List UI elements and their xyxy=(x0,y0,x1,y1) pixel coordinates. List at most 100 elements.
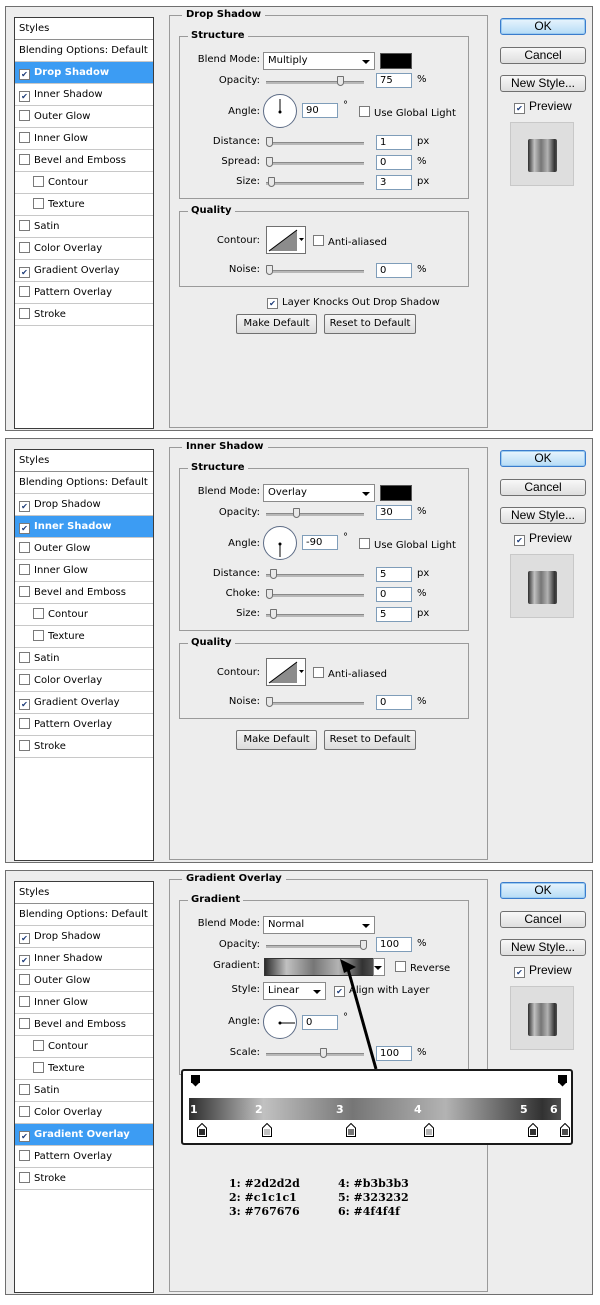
checkbox-checked-icon[interactable]: ✔ xyxy=(267,298,278,309)
ok-button[interactable]: OK xyxy=(500,18,586,35)
blend-mode-select[interactable]: Multiply xyxy=(263,52,375,70)
checkbox-unchecked-icon[interactable] xyxy=(19,1018,30,1029)
styles-item-contour[interactable]: Contour xyxy=(15,1036,153,1058)
styles-item-satin[interactable]: Satin xyxy=(15,1080,153,1102)
color-stop-icon[interactable] xyxy=(560,1123,570,1137)
reset-to-default-button[interactable]: Reset to Default xyxy=(324,314,416,334)
styles-item-blending-options[interactable]: Blending Options: Default xyxy=(15,40,153,62)
checkbox-unchecked-icon[interactable] xyxy=(19,308,30,319)
checkbox-unchecked-icon[interactable] xyxy=(395,961,406,972)
styles-item-outer-glow[interactable]: Outer Glow xyxy=(15,106,153,128)
checkbox-unchecked-icon[interactable] xyxy=(19,652,30,663)
styles-item-blending-options[interactable]: Blending Options: Default xyxy=(15,472,153,494)
choke-slider-thumb[interactable] xyxy=(266,589,273,599)
color-stop-icon[interactable] xyxy=(197,1123,207,1137)
styles-item-stroke[interactable]: Stroke xyxy=(15,304,153,326)
angle-input[interactable]: 0 xyxy=(302,1015,338,1030)
new-style-button[interactable]: New Style... xyxy=(500,507,586,524)
noise-input[interactable]: 0 xyxy=(376,695,412,710)
checkbox-unchecked-icon[interactable] xyxy=(359,106,370,117)
opacity-input[interactable]: 75 xyxy=(376,73,412,88)
styles-item-satin[interactable]: Satin xyxy=(15,648,153,670)
styles-item-bevel-emboss[interactable]: Bevel and Emboss xyxy=(15,582,153,604)
distance-slider[interactable] xyxy=(266,142,364,145)
styles-item-texture[interactable]: Texture xyxy=(15,194,153,216)
checkbox-checked-icon[interactable]: ✔ xyxy=(19,523,30,534)
checkbox-checked-icon[interactable]: ✔ xyxy=(514,103,525,114)
checkbox-checked-icon[interactable]: ✔ xyxy=(19,1131,30,1142)
layer-knocks-out-checkbox[interactable]: ✔ Layer Knocks Out Drop Shadow xyxy=(267,296,440,309)
distance-input[interactable]: 1 xyxy=(376,135,412,150)
size-slider-thumb[interactable] xyxy=(270,609,277,619)
checkbox-unchecked-icon[interactable] xyxy=(19,286,30,297)
styles-item-drop-shadow[interactable]: ✔ Drop Shadow xyxy=(15,494,153,516)
checkbox-checked-icon[interactable]: ✔ xyxy=(514,967,525,978)
shadow-color-swatch[interactable] xyxy=(380,485,412,501)
size-slider[interactable] xyxy=(266,182,364,185)
styles-item-texture[interactable]: Texture xyxy=(15,626,153,648)
checkbox-checked-icon[interactable]: ✔ xyxy=(19,91,30,102)
styles-item-drop-shadow[interactable]: ✔ Drop Shadow xyxy=(15,62,153,84)
styles-item-drop-shadow[interactable]: ✔ Drop Shadow xyxy=(15,926,153,948)
styles-item-inner-glow[interactable]: Inner Glow xyxy=(15,128,153,150)
styles-item-inner-glow[interactable]: Inner Glow xyxy=(15,992,153,1014)
checkbox-unchecked-icon[interactable] xyxy=(33,608,44,619)
size-slider-thumb[interactable] xyxy=(268,177,275,187)
checkbox-unchecked-icon[interactable] xyxy=(19,718,30,729)
anti-aliased-checkbox[interactable]: Anti-aliased xyxy=(313,666,387,681)
styles-item-color-overlay[interactable]: Color Overlay xyxy=(15,1102,153,1124)
checkbox-unchecked-icon[interactable] xyxy=(33,176,44,187)
styles-item-stroke[interactable]: Stroke xyxy=(15,1168,153,1190)
styles-item-inner-glow[interactable]: Inner Glow xyxy=(15,560,153,582)
checkbox-checked-icon[interactable]: ✔ xyxy=(19,69,30,80)
checkbox-unchecked-icon[interactable] xyxy=(19,1106,30,1117)
checkbox-unchecked-icon[interactable] xyxy=(19,1084,30,1095)
angle-dial[interactable] xyxy=(263,526,297,560)
preview-checkbox[interactable]: ✔ Preview xyxy=(514,531,572,546)
styles-item-contour[interactable]: Contour xyxy=(15,172,153,194)
styles-item-texture[interactable]: Texture xyxy=(15,1058,153,1080)
noise-slider[interactable] xyxy=(266,270,364,273)
shadow-color-swatch[interactable] xyxy=(380,53,412,69)
checkbox-unchecked-icon[interactable] xyxy=(359,538,370,549)
opacity-stop-icon[interactable] xyxy=(191,1075,200,1087)
styles-item-inner-shadow[interactable]: ✔ Inner Shadow xyxy=(15,516,153,538)
color-stop-icon[interactable] xyxy=(528,1123,538,1137)
opacity-slider-thumb[interactable] xyxy=(293,508,300,518)
spread-slider-thumb[interactable] xyxy=(266,157,273,167)
styles-item-bevel-emboss[interactable]: Bevel and Emboss xyxy=(15,1014,153,1036)
styles-item-blending-options[interactable]: Blending Options: Default xyxy=(15,904,153,926)
checkbox-unchecked-icon[interactable] xyxy=(19,974,30,985)
checkbox-unchecked-icon[interactable] xyxy=(19,110,30,121)
opacity-slider[interactable] xyxy=(266,81,364,84)
styles-item-pattern-overlay[interactable]: Pattern Overlay xyxy=(15,714,153,736)
opacity-slider-thumb[interactable] xyxy=(360,940,367,950)
checkbox-unchecked-icon[interactable] xyxy=(313,235,324,246)
angle-dial[interactable] xyxy=(263,94,297,128)
checkbox-unchecked-icon[interactable] xyxy=(19,1172,30,1183)
styles-item-gradient-overlay[interactable]: ✔ Gradient Overlay xyxy=(15,1124,153,1146)
styles-item-satin[interactable]: Satin xyxy=(15,216,153,238)
angle-dial[interactable] xyxy=(263,1005,297,1039)
styles-item-stroke[interactable]: Stroke xyxy=(15,736,153,758)
checkbox-unchecked-icon[interactable] xyxy=(19,132,30,143)
noise-input[interactable]: 0 xyxy=(376,263,412,278)
styles-item-inner-shadow[interactable]: ✔ Inner Shadow xyxy=(15,948,153,970)
styles-item-pattern-overlay[interactable]: Pattern Overlay xyxy=(15,1146,153,1168)
cancel-button[interactable]: Cancel xyxy=(500,47,586,64)
checkbox-unchecked-icon[interactable] xyxy=(19,542,30,553)
distance-slider-thumb[interactable] xyxy=(270,569,277,579)
checkbox-unchecked-icon[interactable] xyxy=(19,154,30,165)
styles-item-color-overlay[interactable]: Color Overlay xyxy=(15,238,153,260)
styles-item-gradient-overlay[interactable]: ✔ Gradient Overlay xyxy=(15,692,153,714)
blend-mode-select[interactable]: Normal xyxy=(263,916,375,934)
size-input[interactable]: 3 xyxy=(376,175,412,190)
checkbox-unchecked-icon[interactable] xyxy=(19,242,30,253)
angle-input[interactable]: 90 xyxy=(302,103,338,118)
checkbox-unchecked-icon[interactable] xyxy=(33,198,44,209)
checkbox-unchecked-icon[interactable] xyxy=(19,586,30,597)
use-global-light-checkbox[interactable]: Use Global Light xyxy=(359,537,456,552)
size-input[interactable]: 5 xyxy=(376,607,412,622)
scale-slider-thumb[interactable] xyxy=(320,1048,327,1058)
color-stop-icon[interactable] xyxy=(346,1123,356,1137)
